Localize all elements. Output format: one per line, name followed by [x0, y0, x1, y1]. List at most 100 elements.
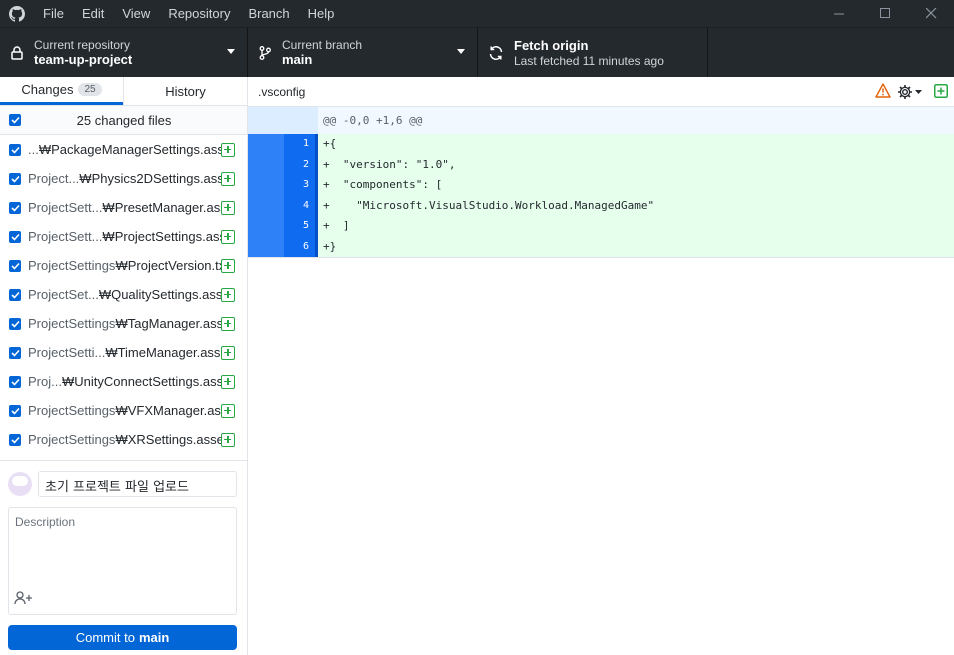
chevron-down-icon — [915, 90, 922, 94]
list-item[interactable]: ProjectSet...₩QualitySettings.asset — [0, 280, 247, 309]
current-repository-button[interactable]: Current repository team-up-project — [0, 28, 248, 77]
checkmark-icon — [10, 320, 20, 328]
list-item[interactable]: ProjectSett...₩PresetManager.asset — [0, 193, 247, 222]
list-item[interactable]: ProjectSettings₩XRSettings.asset — [0, 425, 247, 454]
sidebar-tabs: Changes 25 History — [0, 77, 247, 106]
file-checkbox[interactable] — [9, 230, 21, 243]
file-name: ₩Physics2DSettings.asset — [79, 171, 221, 186]
file-added-icon — [221, 432, 235, 447]
file-path-prefix: ProjectSett... — [28, 200, 103, 215]
diff-line[interactable]: 4 + "Microsoft.VisualStudio.Workload.Man… — [248, 195, 954, 216]
old-line-gutter — [248, 236, 284, 257]
fetch-origin-button[interactable]: Fetch origin Last fetched 11 minutes ago — [478, 28, 708, 77]
diff-line[interactable]: 1 +{ — [248, 134, 954, 155]
file-name: ₩ProjectSettings.asset — [102, 229, 221, 244]
diff-line[interactable]: 2 + "version": "1.0", — [248, 154, 954, 175]
checkmark-icon — [10, 204, 20, 212]
old-line-gutter — [248, 154, 284, 175]
file-name: ₩XRSettings.asset — [115, 432, 221, 447]
hunk-gutter — [248, 107, 318, 134]
minimize-button[interactable] — [816, 0, 862, 27]
line-number: 3 — [284, 175, 318, 196]
diff-line[interactable]: 5 + ] — [248, 216, 954, 237]
line-number: 1 — [284, 134, 318, 155]
commit-button-branch: main — [138, 630, 170, 645]
list-item[interactable]: Project...₩Physics2DSettings.asset — [0, 164, 247, 193]
commit-button-label: Commit to — [75, 630, 135, 645]
list-item[interactable]: ProjectSetti...₩TimeManager.asset — [0, 338, 247, 367]
changed-files-header: 25 changed files — [0, 106, 247, 135]
checkmark-icon — [10, 378, 20, 386]
file-added-icon — [221, 287, 235, 302]
checkmark-icon — [10, 407, 20, 415]
file-checkbox[interactable] — [9, 433, 21, 446]
diff-hunk-header[interactable]: @@ -0,0 +1,6 @@ — [248, 107, 954, 134]
diff-lines: 1 +{ 2 + "version": "1.0", 3 + "componen… — [248, 134, 954, 257]
commit-summary-input[interactable]: 초기 프로젝트 파일 업로드 — [38, 471, 237, 497]
tab-changes[interactable]: Changes 25 — [0, 77, 123, 105]
menu-file[interactable]: File — [34, 0, 73, 27]
menu-repository[interactable]: Repository — [159, 0, 239, 27]
list-item[interactable]: ProjectSett...₩ProjectSettings.asset — [0, 222, 247, 251]
title-bar: File Edit View Repository Branch Help — [0, 0, 954, 27]
tab-history[interactable]: History — [123, 77, 247, 105]
tab-changes-label: Changes — [21, 82, 74, 97]
checkmark-icon — [10, 233, 20, 241]
file-checkbox[interactable] — [9, 201, 21, 214]
file-path-prefix: ProjectSettings — [28, 403, 116, 418]
file-path: ProjectSettings₩TagManager.asset — [28, 316, 221, 331]
file-checkbox[interactable] — [9, 172, 21, 185]
diff-settings-button[interactable] — [897, 84, 922, 100]
file-path-prefix: Project... — [28, 171, 80, 186]
diff-file-path: .vsconfig — [258, 84, 306, 99]
file-name: ₩QualitySettings.asset — [98, 287, 221, 302]
file-checkbox[interactable] — [9, 288, 21, 301]
file-path-prefix: ... — [28, 142, 39, 157]
file-checkbox[interactable] — [9, 346, 21, 359]
diff-line[interactable]: 3 + "components": [ — [248, 175, 954, 196]
file-name: ₩TagManager.asset — [115, 316, 221, 331]
list-item[interactable]: ProjectSettings₩VFXManager.asset — [0, 396, 247, 425]
menu-help[interactable]: Help — [299, 0, 344, 27]
commit-button[interactable]: Commit to main — [8, 625, 237, 650]
add-coauthor-icon[interactable] — [14, 591, 34, 608]
last-fetched-text: Last fetched 11 minutes ago — [514, 53, 664, 68]
old-line-gutter — [248, 175, 284, 196]
close-icon — [925, 8, 936, 19]
file-name: ₩UnityConnectSettings.asset — [61, 374, 221, 389]
select-all-checkbox[interactable] — [9, 114, 21, 126]
list-item[interactable]: ...₩PackageManagerSettings.asset — [0, 135, 247, 164]
tab-history-label: History — [165, 83, 206, 99]
list-item[interactable]: ProjectSettings₩TagManager.asset — [0, 309, 247, 338]
file-path: Project...₩Physics2DSettings.asset — [28, 171, 221, 186]
diff-line[interactable]: 6 +} — [248, 236, 954, 257]
file-checkbox[interactable] — [9, 317, 21, 330]
current-branch-button[interactable]: Current branch main — [248, 28, 478, 77]
commit-description-field[interactable]: Description — [8, 507, 237, 615]
checkmark-icon — [10, 436, 20, 444]
file-path-prefix: ProjectSetti... — [28, 345, 106, 360]
old-line-gutter — [248, 216, 284, 237]
file-added-icon — [221, 171, 235, 186]
file-checkbox[interactable] — [9, 375, 21, 388]
file-path: ProjectSettings₩ProjectVersion.txt — [28, 258, 221, 273]
file-checkbox[interactable] — [9, 143, 21, 156]
menu-view[interactable]: View — [113, 0, 159, 27]
lock-icon — [0, 45, 34, 60]
list-item[interactable]: ProjectSettings₩ProjectVersion.txt — [0, 251, 247, 280]
chevron-down-icon — [227, 49, 235, 54]
file-checkbox[interactable] — [9, 404, 21, 417]
warning-icon[interactable] — [875, 83, 891, 101]
file-checkbox[interactable] — [9, 259, 21, 272]
menu-bar: File Edit View Repository Branch Help — [34, 0, 343, 27]
file-name: ₩TimeManager.asset — [105, 345, 221, 360]
expand-add-icon[interactable] — [934, 83, 948, 101]
file-path-prefix: ProjectSett... — [28, 229, 103, 244]
list-item[interactable]: Proj...₩UnityConnectSettings.asset — [0, 367, 247, 396]
menu-edit[interactable]: Edit — [73, 0, 113, 27]
close-button[interactable] — [908, 0, 954, 27]
maximize-button[interactable] — [862, 0, 908, 27]
file-path-prefix: Proj... — [28, 374, 62, 389]
file-path-prefix: ProjectSettings — [28, 316, 116, 331]
menu-branch[interactable]: Branch — [239, 0, 298, 27]
